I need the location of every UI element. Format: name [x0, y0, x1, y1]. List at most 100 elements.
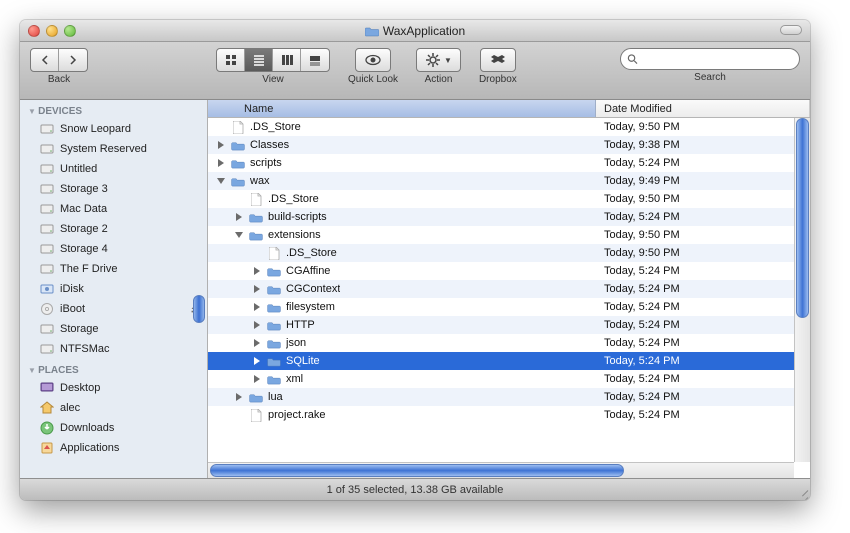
disclosure-triangle-icon[interactable]: [254, 285, 260, 293]
file-name: extensions: [268, 229, 321, 241]
file-row[interactable]: project.rakeToday, 5:24 PM: [208, 406, 810, 424]
desktop-icon: [40, 381, 54, 395]
disclosure-triangle-icon[interactable]: [254, 303, 260, 311]
file-row[interactable]: scriptsToday, 5:24 PM: [208, 154, 810, 172]
vertical-scrollbar[interactable]: [794, 118, 810, 462]
view-icon-button[interactable]: [217, 49, 245, 71]
file-row[interactable]: jsonToday, 5:24 PM: [208, 334, 810, 352]
sidebar-item[interactable]: alec: [20, 398, 207, 418]
file-name: filesystem: [286, 301, 335, 313]
sidebar-item[interactable]: Downloads: [20, 418, 207, 438]
title-bar[interactable]: WaxApplication: [20, 20, 810, 42]
file-name: SQLite: [286, 355, 320, 367]
quicklook-button[interactable]: [355, 48, 391, 72]
forward-button[interactable]: [59, 49, 87, 71]
file-row[interactable]: .DS_StoreToday, 9:50 PM: [208, 244, 810, 262]
horizontal-scrollbar[interactable]: [208, 462, 794, 478]
file-date: Today, 9:50 PM: [596, 247, 810, 259]
hdd-icon: [40, 182, 54, 196]
file-date: Today, 5:24 PM: [596, 373, 810, 385]
view-coverflow-button[interactable]: [301, 49, 329, 71]
view-columns-button[interactable]: [273, 49, 301, 71]
column-date-header[interactable]: Date Modified: [596, 100, 810, 117]
file-row[interactable]: waxToday, 9:49 PM: [208, 172, 810, 190]
file-row[interactable]: build-scriptsToday, 5:24 PM: [208, 208, 810, 226]
sidebar-item[interactable]: iDisk: [20, 279, 207, 299]
folder-icon: [267, 338, 281, 349]
sidebar-item[interactable]: Desktop: [20, 378, 207, 398]
toolbar: Back View Quick Look ▼ Action Dropbox: [20, 42, 810, 100]
disclosure-triangle-icon[interactable]: [254, 339, 260, 347]
sidebar-section-header[interactable]: DEVICES: [20, 100, 207, 119]
file-name: CGContext: [286, 283, 340, 295]
minimize-button[interactable]: [46, 25, 58, 37]
search-input[interactable]: [642, 53, 793, 65]
search-field[interactable]: [620, 48, 800, 70]
sidebar-item-label: Applications: [60, 442, 119, 454]
close-button[interactable]: [28, 25, 40, 37]
file-row[interactable]: .DS_StoreToday, 9:50 PM: [208, 118, 810, 136]
hdd-icon: [40, 242, 54, 256]
sidebar-item[interactable]: Untitled: [20, 159, 207, 179]
back-button[interactable]: [31, 49, 59, 71]
sidebar-item[interactable]: NTFSMac: [20, 339, 207, 359]
hdd-icon: [40, 262, 54, 276]
sidebar-section-header[interactable]: PLACES: [20, 359, 207, 378]
file-row[interactable]: SQLiteToday, 5:24 PM: [208, 352, 810, 370]
downloads-icon: [40, 421, 54, 435]
disclosure-triangle-icon[interactable]: [254, 267, 260, 275]
file-row[interactable]: CGAffineToday, 5:24 PM: [208, 262, 810, 280]
sidebar-item[interactable]: Mac Data: [20, 199, 207, 219]
sidebar: DEVICES Snow Leopard System ReservedUntitl…: [20, 100, 208, 478]
horizontal-scrollbar-thumb[interactable]: [210, 464, 624, 477]
action-button[interactable]: ▼: [416, 48, 461, 72]
sidebar-item[interactable]: Storage 2: [20, 219, 207, 239]
hdd-icon: [40, 162, 54, 176]
sidebar-item-label: Downloads: [60, 422, 114, 434]
sidebar-item-label: Snow Leopard: [60, 123, 131, 135]
view-list-button[interactable]: [245, 49, 273, 71]
file-row[interactable]: ClassesToday, 9:38 PM: [208, 136, 810, 154]
disclosure-triangle-icon[interactable]: [218, 159, 224, 167]
file-name: build-scripts: [268, 211, 327, 223]
file-name: project.rake: [268, 409, 325, 421]
disclosure-triangle-icon[interactable]: [235, 232, 243, 238]
file-row[interactable]: extensionsToday, 9:50 PM: [208, 226, 810, 244]
sidebar-item[interactable]: Applications: [20, 438, 207, 458]
disclosure-triangle-icon[interactable]: [254, 357, 260, 365]
sidebar-item-label: NTFSMac: [60, 343, 110, 355]
sidebar-item[interactable]: Storage: [20, 319, 207, 339]
disclosure-triangle-icon[interactable]: [218, 141, 224, 149]
sidebar-item[interactable]: iBoot: [20, 299, 207, 319]
search-label: Search: [694, 72, 726, 83]
zoom-button[interactable]: [64, 25, 76, 37]
toolbar-toggle-button[interactable]: [780, 25, 802, 35]
disclosure-triangle-icon[interactable]: [254, 375, 260, 383]
sidebar-scrollbar-thumb[interactable]: [193, 295, 205, 323]
vertical-scrollbar-thumb[interactable]: [796, 118, 809, 318]
file-row[interactable]: filesystemToday, 5:24 PM: [208, 298, 810, 316]
file-row[interactable]: xmlToday, 5:24 PM: [208, 370, 810, 388]
disclosure-triangle-icon[interactable]: [236, 213, 242, 221]
sidebar-item[interactable]: System Reserved: [20, 139, 207, 159]
sidebar-item[interactable]: Storage 4: [20, 239, 207, 259]
dropbox-button[interactable]: [480, 48, 516, 72]
file-row[interactable]: CGContextToday, 5:24 PM: [208, 280, 810, 298]
sidebar-item[interactable]: Snow Leopard: [20, 119, 207, 139]
resize-handle[interactable]: [796, 486, 808, 498]
folder-icon: [267, 374, 281, 385]
sidebar-item[interactable]: Storage 3: [20, 179, 207, 199]
file-row[interactable]: .DS_StoreToday, 9:50 PM: [208, 190, 810, 208]
file-row[interactable]: luaToday, 5:24 PM: [208, 388, 810, 406]
gear-icon: [425, 52, 441, 68]
file-date: Today, 5:24 PM: [596, 265, 810, 277]
file-name: lua: [268, 391, 283, 403]
sidebar-item[interactable]: The F Drive: [20, 259, 207, 279]
file-row[interactable]: HTTPToday, 5:24 PM: [208, 316, 810, 334]
disclosure-triangle-icon[interactable]: [254, 321, 260, 329]
file-date: Today, 5:24 PM: [596, 319, 810, 331]
dropbox-icon: [490, 52, 506, 68]
column-name-header[interactable]: Name: [208, 100, 596, 117]
disclosure-triangle-icon[interactable]: [236, 393, 242, 401]
disclosure-triangle-icon[interactable]: [217, 178, 225, 184]
